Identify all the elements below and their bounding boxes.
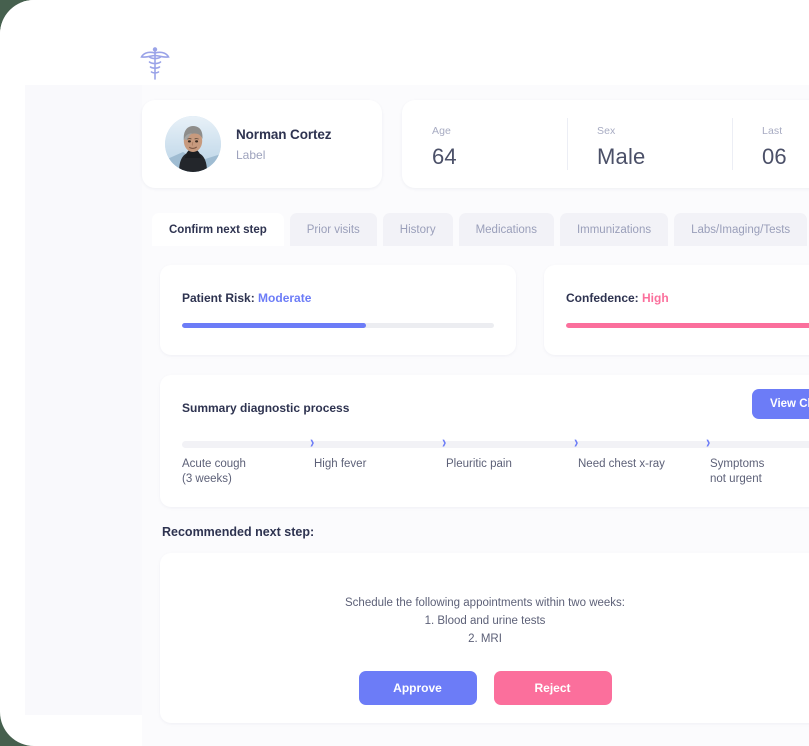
stat-sex-value: Male [597, 144, 646, 169]
timeline-step-label: Pleuritic pain [446, 458, 512, 470]
tab-medications[interactable]: Medications [458, 213, 554, 246]
tab-confirm-next-step[interactable]: Confirm next step [152, 213, 284, 246]
confidence-fill [566, 323, 809, 328]
confidence-label: Confedence: [566, 291, 643, 305]
meters-row: Patient Risk: Moderate Confedence: High [160, 265, 809, 355]
stat-last-visit: Last 06 [732, 100, 809, 188]
stat-sex: Sex Male [567, 100, 732, 188]
confidence-track [566, 323, 809, 328]
stat-age-key: Age [432, 125, 451, 137]
timeline-step-label: High fever [314, 458, 367, 470]
tab-history[interactable]: History [382, 213, 453, 246]
tab-labs-imaging-tests[interactable]: Labs/Imaging/Tests [674, 213, 808, 246]
recommended-next-step-title: Recommended next step: [162, 525, 315, 539]
summary-title: Summary diagnostic process [182, 401, 350, 415]
stat-sex-key: Sex [597, 125, 616, 137]
patient-risk-value: Moderate [258, 291, 312, 305]
sidebar-rail [25, 85, 142, 715]
patient-risk-title: Patient Risk: Moderate [182, 291, 494, 305]
chevron-right-icon: › [442, 431, 447, 452]
chevron-right-icon: › [574, 431, 579, 452]
patient-name: Norman Cortez [236, 127, 332, 142]
patient-risk-fill [182, 323, 367, 328]
main-content: Norman Cortez Label Age 64 Sex Male Last… [142, 85, 809, 746]
patient-stats-card: Age 64 Sex Male Last 06 [402, 100, 809, 188]
summary-diagnostic-card: Summary diagnostic process View Chart ››… [160, 375, 809, 507]
confidence-card: Confedence: High [544, 265, 809, 355]
stat-last-visit-key: Last [762, 125, 783, 137]
approve-button[interactable]: Approve [358, 671, 477, 705]
patient-card[interactable]: Norman Cortez Label [142, 100, 382, 188]
stat-last-visit-value: 06 [762, 144, 787, 169]
avatar [165, 116, 221, 172]
chevron-right-icon: › [310, 431, 315, 452]
tab-immunizations[interactable]: Immunizations [559, 213, 669, 246]
patient-header-row: Norman Cortez Label Age 64 Sex Male Last… [142, 100, 809, 188]
stat-age: Age 64 [402, 100, 567, 188]
app-window: Norman Cortez Label Age 64 Sex Male Last… [0, 0, 809, 746]
view-chart-button[interactable]: View Chart [752, 389, 809, 419]
confidence-title: Confedence: High [566, 291, 809, 305]
reject-button[interactable]: Reject [493, 671, 612, 705]
patient-label: Label [236, 148, 266, 162]
top-bar [0, 0, 809, 85]
timeline-step-label: Need chest x-ray [578, 458, 665, 470]
confidence-value: High [642, 291, 669, 305]
tab-bar: Confirm next step Prior visits History M… [152, 213, 808, 246]
patient-risk-label: Patient Risk: [182, 291, 259, 305]
tab-prior-visits[interactable]: Prior visits [289, 213, 377, 246]
chevron-right-icon: › [706, 431, 711, 452]
caduceus-icon[interactable] [136, 44, 174, 82]
recommendation-actions: Approve Reject [160, 671, 809, 705]
timeline-labels: Acute cough (3 weeks) High fever Pleuritic… [182, 457, 809, 497]
patient-risk-card: Patient Risk: Moderate [160, 265, 516, 355]
recommendation-text: Schedule the following appointments with… [345, 597, 625, 645]
patient-risk-track [182, 323, 494, 328]
diagnostic-timeline: › › › › Acute cough (3 weeks) High fever Pleu… [182, 433, 809, 497]
stat-age-value: 64 [432, 144, 457, 169]
recommendation-card: Schedule the following appointments with… [160, 553, 809, 723]
timeline-step-label: Acute cough (3 weeks) [182, 458, 246, 485]
timeline-track: › › › › [182, 433, 809, 450]
timeline-step-label: Symptoms not urgent [710, 458, 765, 485]
